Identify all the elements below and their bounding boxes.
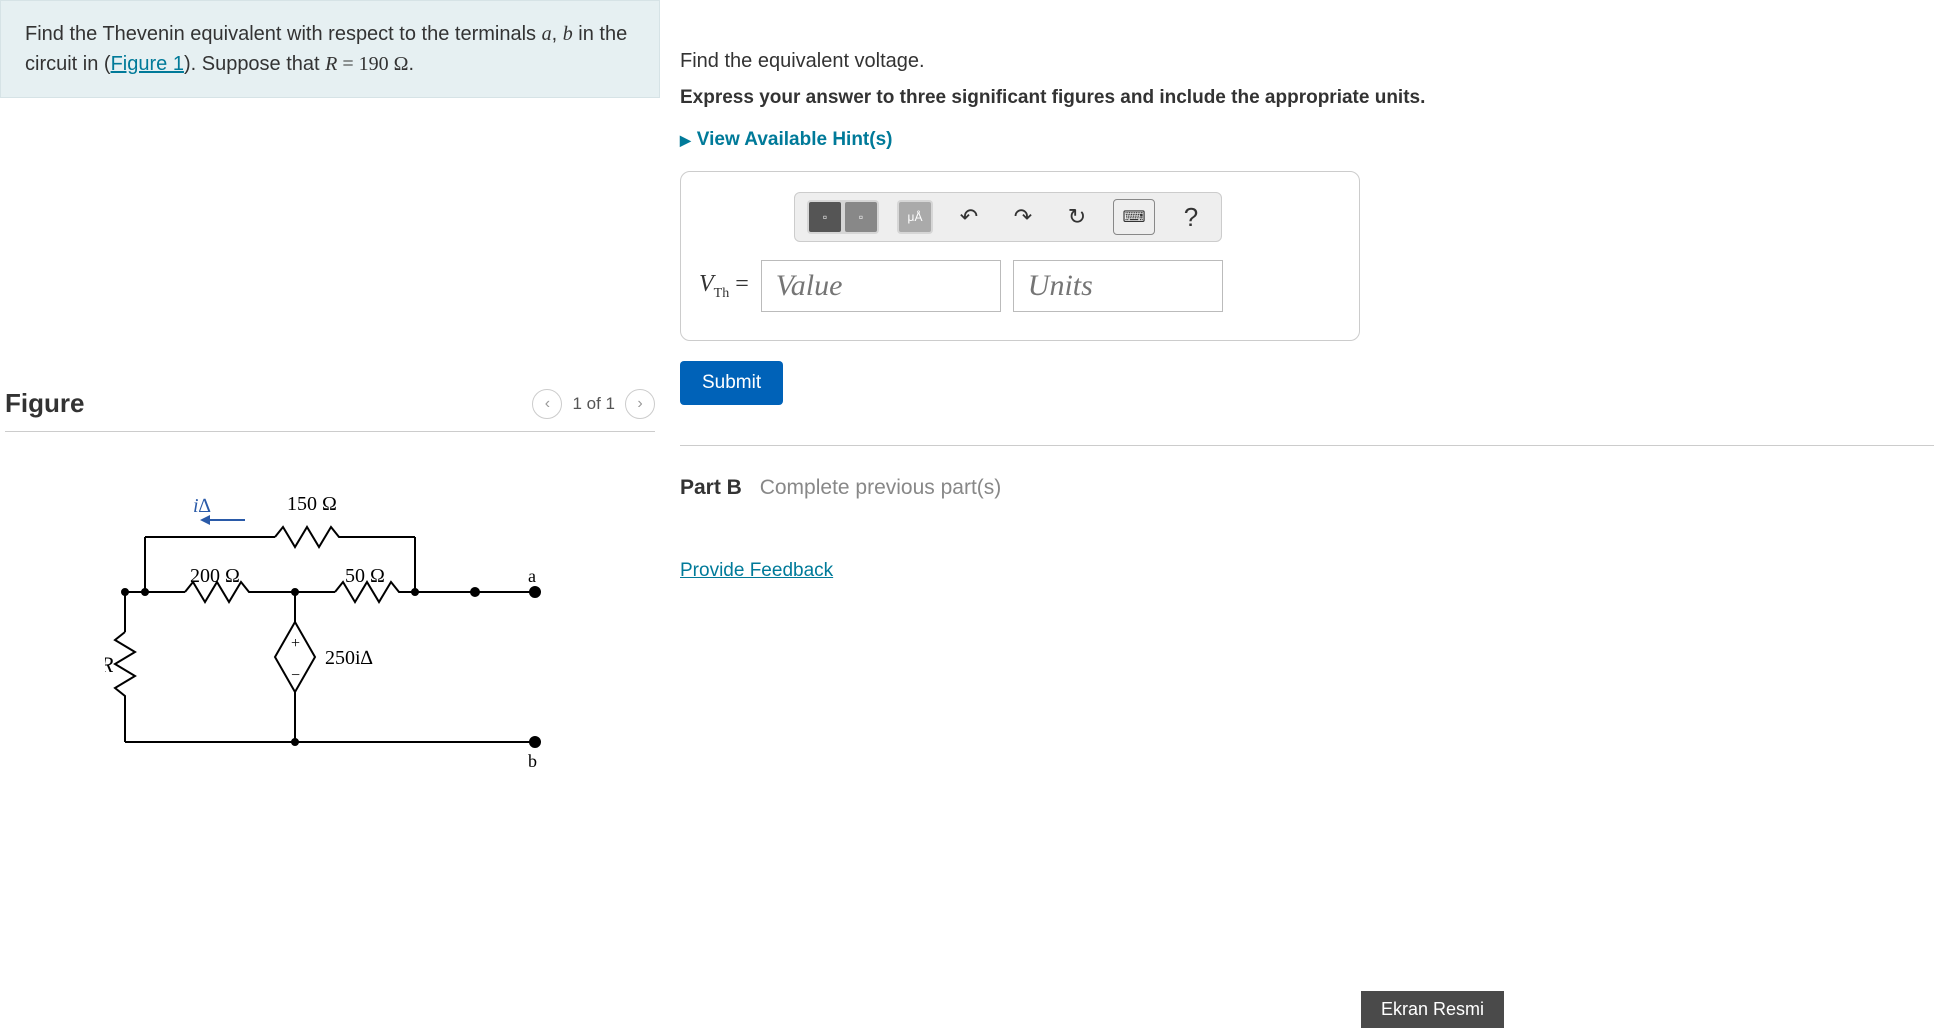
answer-toolbar: ▫▫ μÅ ↶ ↷ ↻ ⌨ ? (794, 192, 1222, 242)
figure-link[interactable]: Figure 1 (111, 53, 184, 75)
label-R: R (105, 652, 114, 677)
var-a: a (542, 23, 552, 45)
units-input[interactable] (1013, 260, 1223, 312)
answer-box: ▫▫ μÅ ↶ ↷ ↻ ⌨ ? VTh = (680, 171, 1360, 341)
reset-button[interactable]: ↻ (1059, 199, 1095, 235)
label-50ohm: 50 Ω (345, 565, 385, 587)
figure-prev-button[interactable]: ‹ (532, 389, 562, 419)
templates-button[interactable]: ▫▫ (807, 200, 879, 234)
part-b: Part B Complete previous part(s) (680, 445, 1934, 500)
figure-counter: 1 of 1 (572, 394, 615, 414)
terminal-b: b (528, 751, 537, 771)
screenshot-label: Ekran Resmi (1361, 991, 1504, 1028)
label-dep-source: 250i∆ (325, 647, 373, 669)
label-i-delta: i∆ (193, 495, 211, 517)
text-fragment: = 190 (337, 53, 393, 75)
text-fragment: Find the Thevenin equivalent with respec… (25, 23, 542, 45)
text-fragment: . (409, 53, 415, 75)
var-R: R (325, 53, 337, 75)
figure-next-button[interactable]: › (625, 389, 655, 419)
circuit-diagram: + − i∆ 150 Ω 200 Ω 50 Ω (105, 482, 645, 822)
instruction: Find the equivalent voltage. (680, 50, 1934, 73)
text-fragment: , (552, 23, 563, 45)
figure-nav: ‹ 1 of 1 › (532, 389, 655, 419)
label-150ohm: 150 Ω (287, 493, 337, 515)
provide-feedback-link[interactable]: Provide Feedback (680, 560, 833, 582)
part-b-status: Complete previous part(s) (760, 476, 1002, 499)
value-input[interactable] (761, 260, 1001, 312)
unit-ohm: Ω (394, 53, 409, 75)
problem-statement: Find the Thevenin equivalent with respec… (0, 0, 660, 98)
part-a: Find the equivalent voltage. Express you… (680, 50, 1934, 405)
symbols-button[interactable]: μÅ (897, 200, 933, 234)
text-fragment: ). Suppose that (184, 53, 325, 75)
problem-text: Find the Thevenin equivalent with respec… (25, 19, 635, 79)
var-b: b (563, 23, 573, 45)
svg-text:−: − (291, 667, 300, 684)
bold-instruction: Express your answer to three significant… (680, 87, 1934, 109)
terminal-a: a (528, 566, 536, 586)
undo-button[interactable]: ↶ (951, 199, 987, 235)
redo-button[interactable]: ↷ (1005, 199, 1041, 235)
submit-button[interactable]: Submit (680, 361, 783, 405)
keyboard-button[interactable]: ⌨ (1113, 199, 1155, 235)
svg-text:+: + (291, 635, 300, 652)
help-button[interactable]: ? (1173, 199, 1209, 235)
answer-label: VTh = (699, 271, 749, 302)
label-200ohm: 200 Ω (190, 565, 240, 587)
part-b-label: Part B (680, 476, 742, 499)
figure-title: Figure (5, 388, 84, 419)
view-hints-button[interactable]: View Available Hint(s) (680, 129, 1934, 151)
